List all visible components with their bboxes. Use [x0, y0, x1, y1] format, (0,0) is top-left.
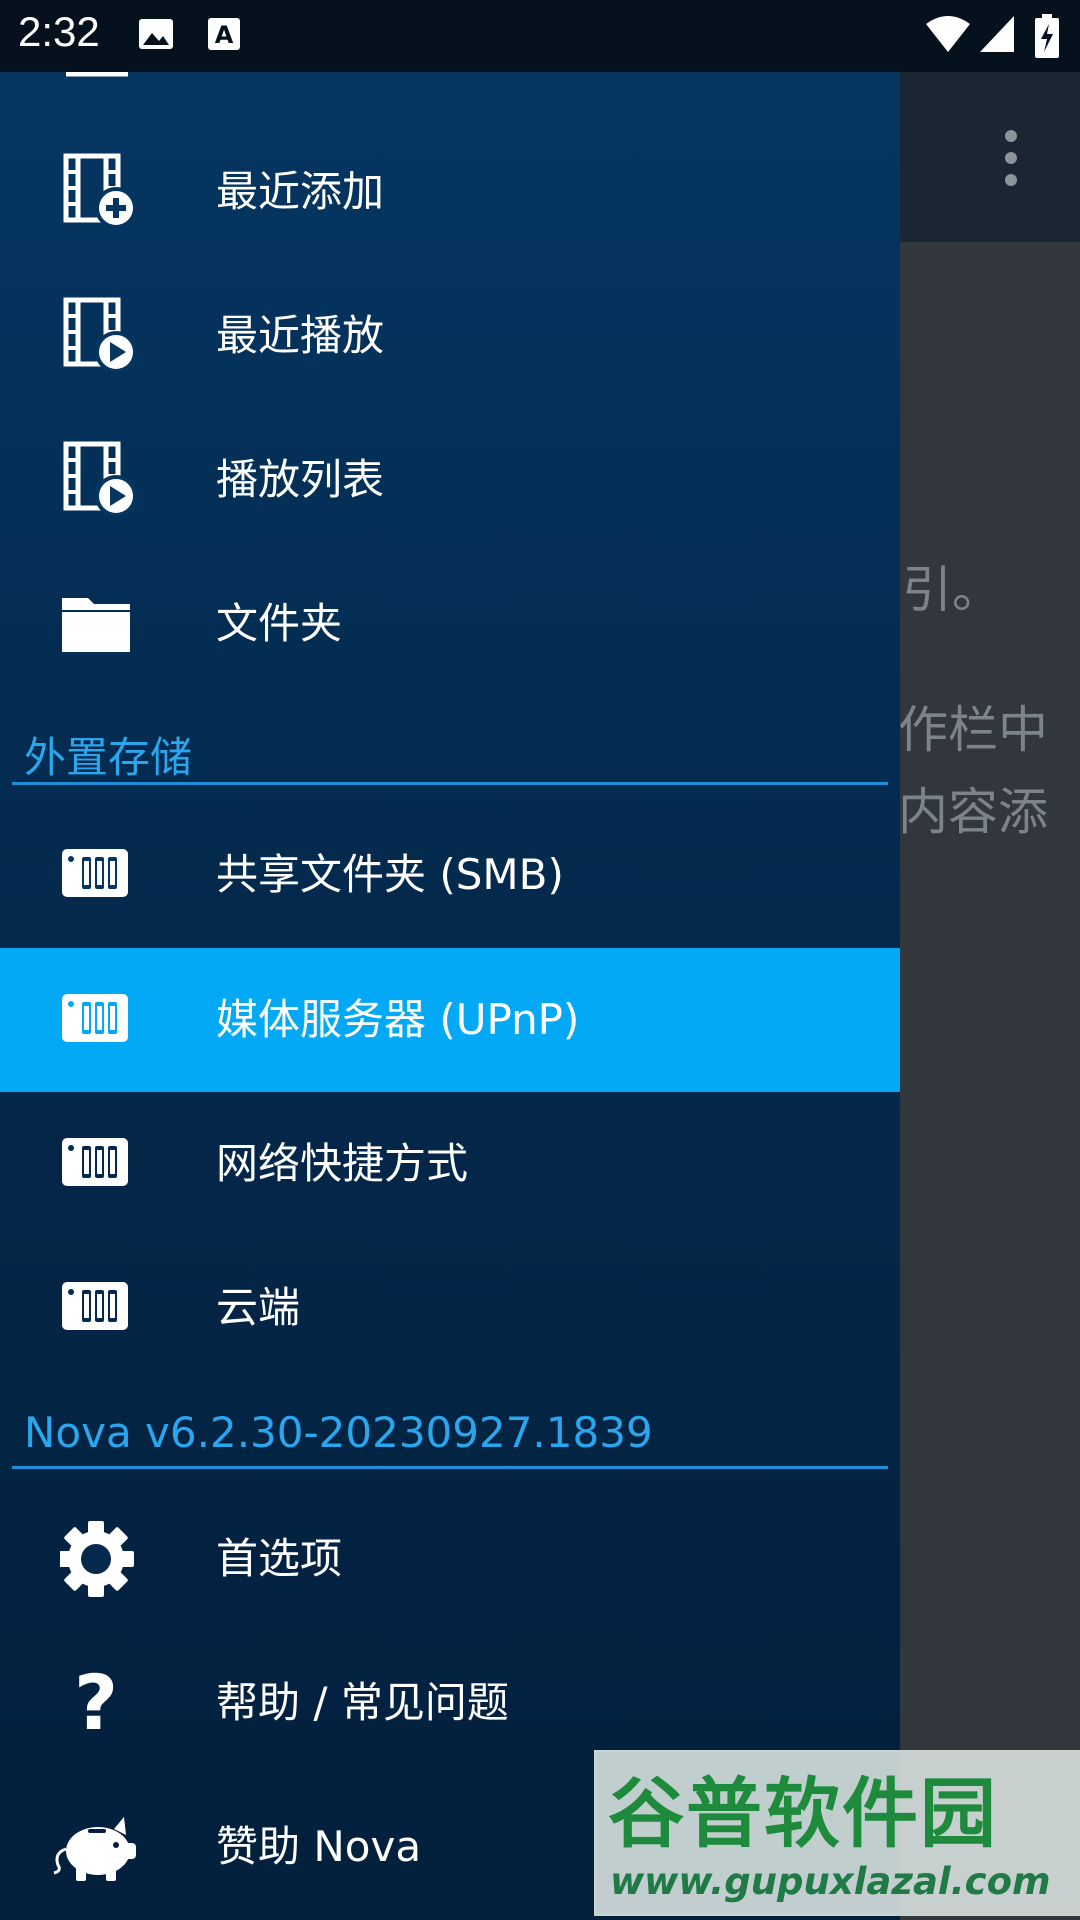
watermark-title: 谷普软件园 — [608, 1769, 998, 1858]
section-header-version: Nova v6.2.30-20230927.1839 — [24, 1408, 653, 1457]
nav-item-smb[interactable]: 共享文件夹 (SMB) — [0, 803, 900, 947]
section-divider — [12, 1466, 888, 1469]
section-divider — [12, 782, 888, 785]
nav-item-label: 云端 — [216, 1283, 301, 1332]
nav-item-network-shortcuts[interactable]: 网络快捷方式 — [0, 1092, 900, 1236]
signal-icon — [980, 16, 1014, 52]
gear-icon — [60, 1521, 134, 1597]
status-time: 2:32 — [18, 8, 100, 55]
nav-item-label: 网络快捷方式 — [216, 1139, 469, 1188]
nav-item-upnp[interactable]: 媒体服务器 (UPnP) — [0, 948, 900, 1092]
server-icon — [62, 994, 128, 1042]
film-play-icon — [63, 441, 137, 517]
nav-item-folders[interactable]: 文件夹 — [0, 552, 900, 696]
nav-item-label: 帮助 / 常见问题 — [216, 1678, 509, 1727]
text-a-icon: A — [208, 18, 240, 50]
watermark-url: www.gupuxlazal.com — [610, 1860, 1051, 1903]
watermark: 谷普软件园 www.gupuxlazal.com — [594, 1750, 1080, 1916]
server-icon — [62, 849, 128, 897]
nav-item-label: 媒体服务器 (UPnP) — [216, 995, 580, 1044]
nav-item-label: 共享文件夹 (SMB) — [216, 850, 564, 899]
nav-item-label: 播放列表 — [216, 455, 385, 504]
nav-item-preferences[interactable]: 首选项 — [0, 1487, 900, 1631]
navigation-drawer: 最近添加 最近播放 播放列表 文件夹 外置存储 共享文件夹 (SMB) 媒体服务… — [0, 72, 900, 1920]
piggy-bank-icon — [53, 1817, 136, 1881]
nav-item-label: 最近播放 — [216, 311, 385, 360]
film-play-icon — [63, 297, 137, 373]
server-icon — [62, 1282, 128, 1330]
nav-item-label: 最近添加 — [216, 167, 385, 216]
nav-item-recently-played[interactable]: 最近播放 — [0, 264, 900, 408]
nav-item-recently-added[interactable]: 最近添加 — [0, 120, 900, 264]
svg-text:?: ? — [74, 1663, 118, 1743]
background-text: 作栏中 — [898, 701, 1048, 759]
nav-item-playlists[interactable]: 播放列表 — [0, 408, 900, 552]
more-vert-icon[interactable] — [996, 130, 1026, 190]
film-icon — [66, 72, 128, 77]
background-text: 内容添 — [898, 783, 1048, 841]
section-header-external-storage: 外置存储 — [24, 733, 193, 782]
server-icon — [62, 1138, 128, 1186]
svg-text:A: A — [215, 21, 234, 49]
nav-item-label: 文件夹 — [216, 599, 343, 648]
background-text: 引。 — [902, 561, 1002, 619]
help-icon: ? — [74, 1663, 118, 1743]
nav-item-label: 首选项 — [216, 1534, 343, 1583]
nav-item-cloud[interactable]: 云端 — [0, 1236, 900, 1380]
image-icon — [139, 19, 173, 49]
nav-item-label: 赞助 Nova — [216, 1822, 422, 1871]
status-bar: 2:32 A — [0, 0, 1080, 72]
folder-icon — [62, 598, 130, 652]
wifi-icon — [926, 16, 970, 52]
film-add-icon — [63, 153, 137, 229]
battery-charging-icon — [1035, 14, 1059, 58]
